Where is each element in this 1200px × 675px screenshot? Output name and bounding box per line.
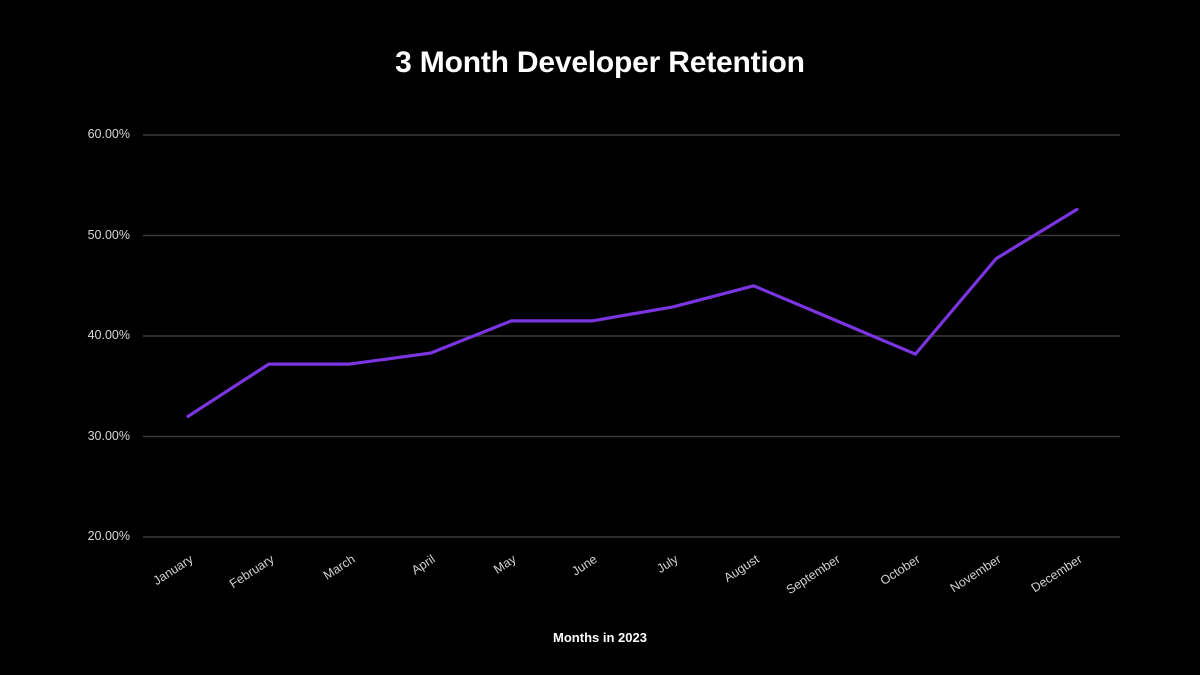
y-axis-tick-label: 30.00% bbox=[87, 428, 130, 443]
y-axis-tick-label: 50.00% bbox=[87, 227, 130, 242]
y-axis-tick-label: 20.00% bbox=[87, 529, 130, 543]
retention-line-series bbox=[186, 207, 1079, 418]
retention-line-chart: 3 Month Developer Retention Retention Ra… bbox=[0, 0, 1200, 675]
y-axis-tick-label: 40.00% bbox=[87, 328, 130, 342]
gridlines bbox=[143, 134, 1120, 538]
y-axis-tick-label: 60.00% bbox=[87, 127, 130, 141]
x-axis-title: Months in 2023 bbox=[553, 630, 647, 645]
